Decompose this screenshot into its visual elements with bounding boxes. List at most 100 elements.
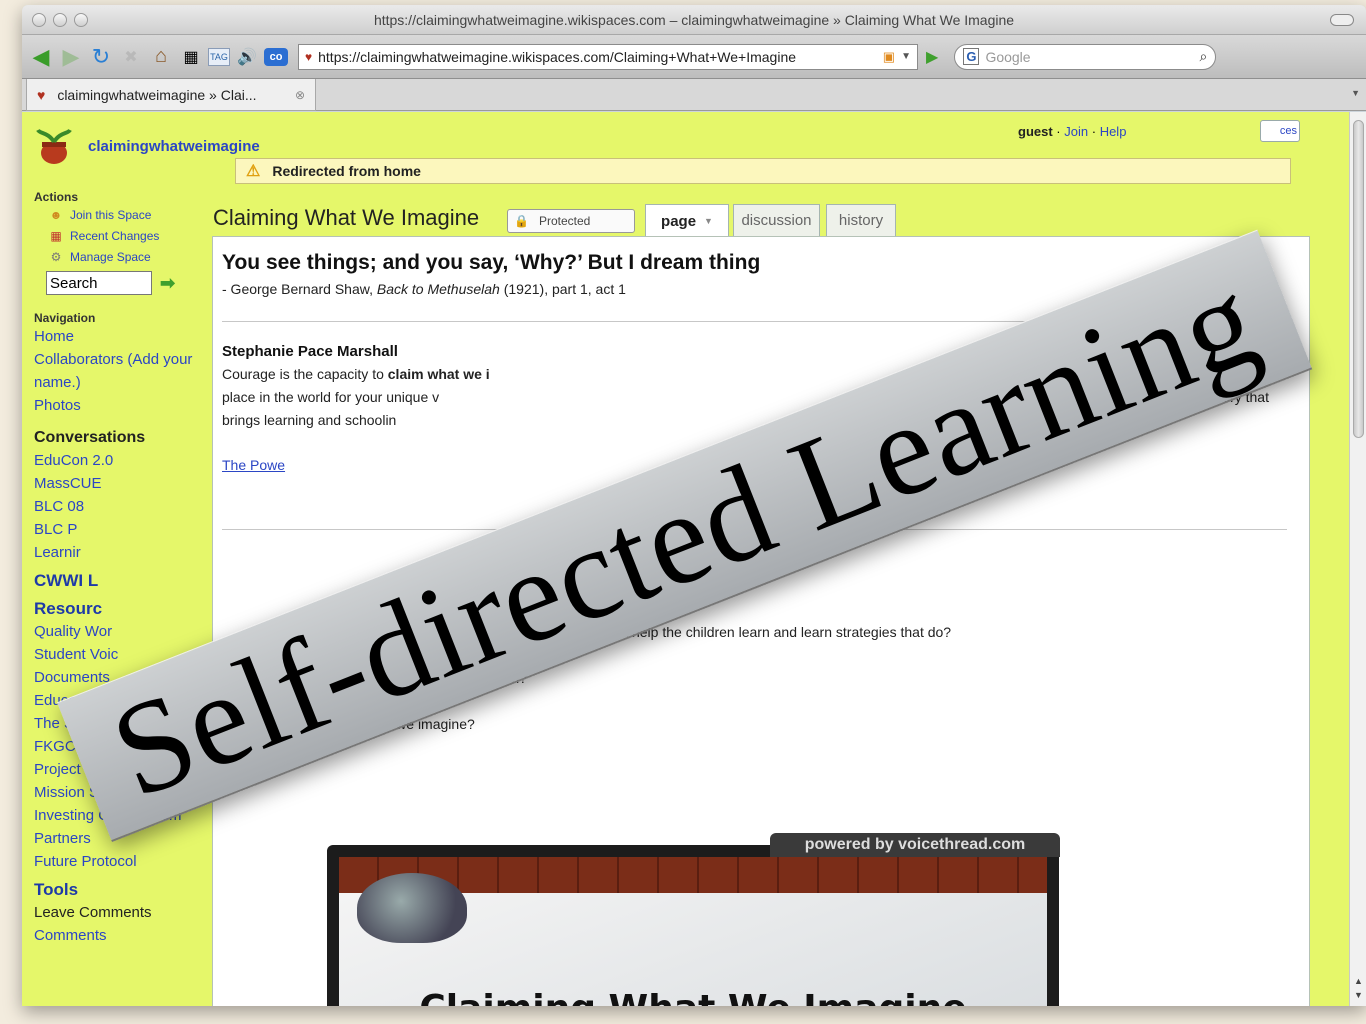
- protected-badge: 🔒 Protected: [507, 209, 635, 233]
- user-name: guest: [1018, 124, 1053, 139]
- sidebar-item-blc-p[interactable]: BLC P: [34, 518, 210, 541]
- sidebar-item-learning[interactable]: Learnir: [34, 541, 210, 564]
- window-title: https://claimingwhatweimagine.wikispaces…: [373, 12, 1015, 28]
- page-title: Claiming What We Imagine: [213, 205, 480, 230]
- speaker-icon[interactable]: 🔊: [234, 44, 260, 70]
- sidebar-action-label: Manage Space: [70, 249, 151, 264]
- conversations-title: Conversations: [34, 429, 146, 446]
- sidebar-item-quality-work[interactable]: Quality Wor: [34, 620, 210, 643]
- lock-icon: 🔒: [514, 214, 529, 228]
- url-dropdown-icon[interactable]: ▼: [901, 51, 911, 62]
- tab-discussion[interactable]: discussion: [733, 204, 820, 236]
- tab-history[interactable]: history: [826, 204, 896, 236]
- attribution-work: Back to Methuselah: [376, 281, 500, 297]
- page-content: claimingwhatweimagine guest · Join · Hel…: [22, 112, 1366, 1006]
- sidebar-item-documents[interactable]: Documents: [34, 666, 210, 689]
- navigation-title: Navigation: [34, 311, 96, 325]
- search-icon[interactable]: ⌕: [1199, 48, 1207, 65]
- voicethread-credit[interactable]: powered by voicethread.com: [770, 833, 1060, 857]
- sidebar-item-leave-comments[interactable]: Leave Comments: [34, 901, 210, 924]
- tab-list-icon[interactable]: ▼: [1351, 88, 1360, 98]
- resources-title: Resourc: [34, 599, 103, 618]
- calendar-icon: ▦: [50, 228, 62, 243]
- protected-label: Protected: [538, 214, 591, 228]
- browser-window: https://claimingwhatweimagine.wikispaces…: [22, 5, 1366, 1006]
- join-link[interactable]: Join: [1064, 124, 1088, 139]
- power-link[interactable]: The Powe: [222, 457, 285, 473]
- para-text: brings learning and schoolin: [222, 412, 397, 428]
- list-item: the children in our schools?: [408, 578, 579, 594]
- redirect-notice: ⚠ Redirected from home: [235, 158, 1291, 184]
- url-bar[interactable]: ♥ https://claimingwhatweimagine.wikispac…: [298, 43, 918, 70]
- sidebar-search-input[interactable]: [46, 271, 152, 295]
- attribution-suffix: (1921), part 1, act 1: [499, 281, 626, 297]
- title-bar: https://claimingwhatweimagine.wikispaces…: [22, 5, 1366, 35]
- sidebar-action-manage-space[interactable]: ⚙ Manage Space: [48, 246, 210, 267]
- quote-attribution: - George Bernard Shaw, Back to Methusela…: [222, 281, 626, 297]
- rss-icon[interactable]: ▣: [883, 49, 895, 65]
- tab-page[interactable]: page ▼: [645, 204, 729, 237]
- scroll-up-icon[interactable]: ▲: [1354, 976, 1363, 986]
- sidebar-item-cwwi[interactable]: CWWI L: [34, 570, 210, 592]
- sidebar-item-story-of-learning[interactable]: The Story of Learning: [34, 712, 210, 735]
- list-item: nt to claim for them?: [333, 601, 460, 617]
- close-tab-icon[interactable]: ⊗: [295, 88, 305, 102]
- site-favicon-icon: ♥: [305, 49, 313, 64]
- scrollbar-thumb[interactable]: [1353, 120, 1364, 438]
- go-icon[interactable]: ▶: [926, 47, 938, 67]
- voicethread-player[interactable]: powered by voicethread.com Claiming What…: [327, 833, 1060, 1006]
- page-quote: You see things; and you say, ‘Why?’ But …: [222, 251, 761, 274]
- sidebar-item-student-voice[interactable]: Student Voic: [34, 643, 210, 666]
- sidebar-item-future-protocol[interactable]: Future Protocol: [34, 850, 210, 873]
- sidebar-item-partners[interactable]: Partners: [34, 827, 210, 850]
- sidebar-item-educon[interactable]: EduCon 2.0: [34, 449, 210, 472]
- my-spaces-button[interactable]: ces: [1260, 120, 1300, 142]
- sidebar-item-fkgcci[interactable]: FKGCCI: [34, 735, 210, 758]
- sidebar: Actions ☻ Join this Space ▦ Recent Chang…: [34, 188, 210, 947]
- search-go-icon[interactable]: ➡: [160, 273, 175, 294]
- sidebar-item-blc08[interactable]: BLC 08: [34, 495, 210, 518]
- help-link[interactable]: Help: [1100, 124, 1127, 139]
- stop-icon[interactable]: ✖: [118, 44, 144, 70]
- sidebar-item-home[interactable]: Home: [34, 325, 210, 348]
- question-list: the children in our schools? nt to claim…: [253, 575, 951, 736]
- home-icon[interactable]: ⌂: [148, 44, 174, 70]
- sidebar-item-educator-quality[interactable]: Educator Quality: [34, 689, 210, 712]
- divider: [222, 529, 1287, 530]
- forward-button[interactable]: ▶: [58, 44, 84, 70]
- sidebar-item-collaborators[interactable]: Collaborators (Add your name.): [34, 348, 210, 394]
- tag-button[interactable]: TAG: [208, 47, 230, 66]
- sidebar-item-mission-statement[interactable]: Mission Statement: [34, 781, 210, 804]
- sidebar-item-comments[interactable]: Comments: [34, 924, 210, 947]
- co-button[interactable]: co: [264, 47, 288, 66]
- para-text: Courage is the capacity to: [222, 366, 388, 382]
- list-item: Does hope matter for teachers, for child…: [253, 667, 951, 690]
- delicious-icon[interactable]: ▦: [178, 44, 204, 70]
- tab-label: claimingwhatweimagine » Clai...: [57, 86, 257, 103]
- google-icon[interactable]: G: [963, 48, 980, 65]
- browser-tab[interactable]: ♥ claimingwhatweimagine » Clai... ⊗: [26, 79, 316, 111]
- para-text: place in the world for your unique v: [222, 389, 440, 405]
- list-item: do we start to unlearn teaching strategi…: [311, 624, 952, 640]
- voicethread-title: Claiming What We Imagine: [327, 988, 1059, 1006]
- sidebar-action-join[interactable]: ☻ Join this Space: [48, 204, 210, 225]
- search-bar[interactable]: G Google ⌕: [954, 43, 1217, 70]
- vertical-scrollbar[interactable]: ▲ ▼: [1349, 112, 1366, 1006]
- sidebar-item-photos[interactable]: Photos: [34, 394, 210, 417]
- sidebar-action-label: Recent Changes: [70, 228, 160, 243]
- sidebar-item-investing-wisdom[interactable]: Investing Our Wisdom: [34, 804, 210, 827]
- tab-strip: ♥ claimingwhatweimagine » Clai... ⊗ ▼: [22, 79, 1366, 111]
- back-button[interactable]: ◀: [28, 44, 54, 70]
- para-bold: claim what we i: [387, 366, 490, 382]
- divider: [222, 321, 1287, 322]
- toolbar-toggle-button[interactable]: [1330, 14, 1354, 26]
- url-text[interactable]: https://claimingwhatweimagine.wikispaces…: [318, 49, 877, 65]
- search-placeholder[interactable]: Google: [985, 49, 1193, 65]
- chevron-down-icon: ▼: [704, 216, 713, 226]
- site-name-link[interactable]: claimingwhatweimagine: [88, 138, 260, 155]
- sidebar-item-project-september[interactable]: Project SEpTeMber: [34, 758, 210, 781]
- sidebar-item-masscue[interactable]: MassCUE: [34, 472, 210, 495]
- sidebar-action-recent-changes[interactable]: ▦ Recent Changes: [48, 225, 210, 246]
- scroll-down-icon[interactable]: ▼: [1354, 990, 1363, 1000]
- reload-icon[interactable]: ↻: [88, 44, 114, 70]
